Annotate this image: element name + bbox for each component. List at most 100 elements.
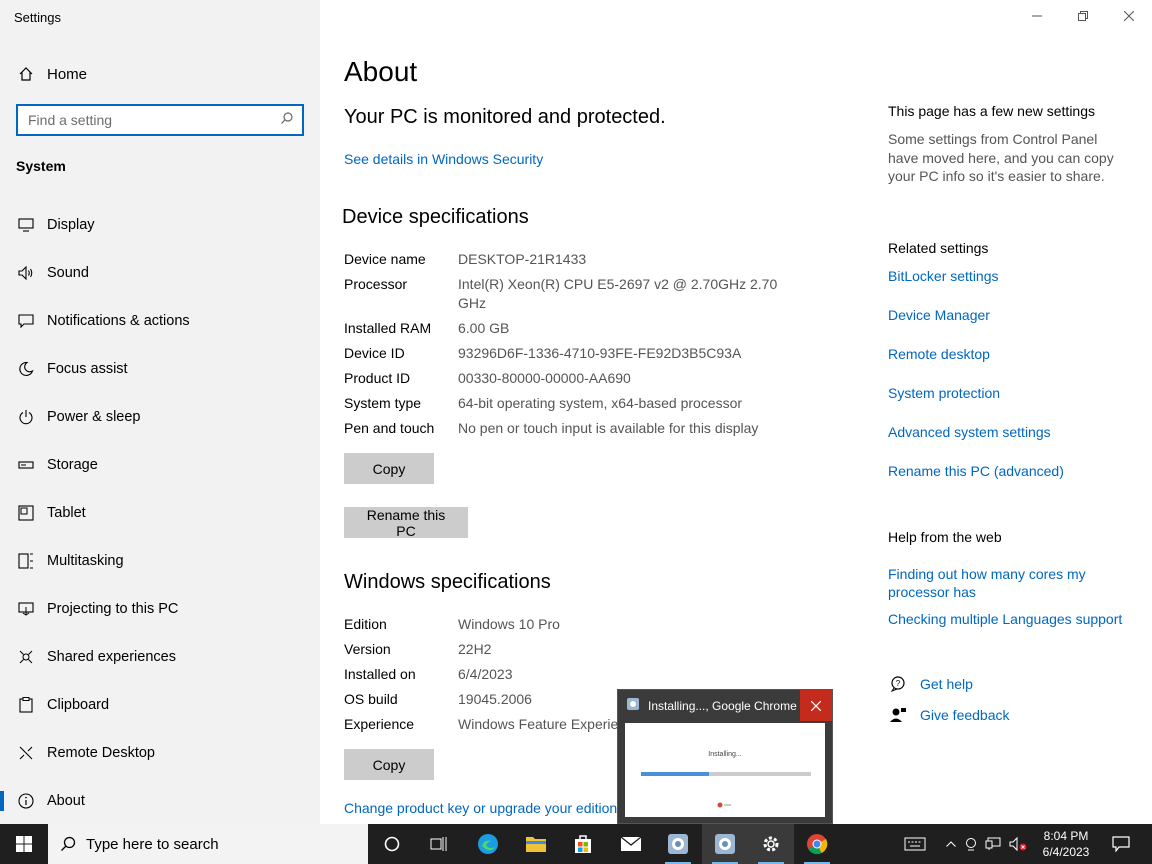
sidebar-item-tablet[interactable]: Tablet <box>0 489 320 537</box>
remote-desktop-link[interactable]: Remote desktop <box>888 345 1138 363</box>
moon-icon <box>16 359 36 379</box>
sidebar-item-focus-assist[interactable]: Focus assist <box>0 345 320 393</box>
taskbar: Type here to search 8:04 PM 6/4/2023 <box>0 824 1152 864</box>
windows-security-link[interactable]: See details in Windows Security <box>344 151 543 167</box>
start-button[interactable] <box>0 824 48 864</box>
shared-icon <box>16 647 36 667</box>
taskbar-thumbnail-preview[interactable]: Installing..., Google Chrome Installing.… <box>617 689 833 824</box>
device-manager-link[interactable]: Device Manager <box>888 306 1138 324</box>
notification-icon <box>1112 836 1130 852</box>
spec-value: 6.00 GB <box>458 320 510 336</box>
spec-value: DESKTOP-21R1433 <box>458 251 587 267</box>
help-from-web-title: Help from the web <box>888 529 1002 545</box>
sidebar-item-multitasking[interactable]: Multitasking <box>0 537 320 585</box>
install-progress-fill <box>641 772 709 776</box>
show-hidden-icons-button[interactable] <box>942 824 960 864</box>
sidebar-item-clipboard[interactable]: Clipboard <box>0 681 320 729</box>
minimize-button[interactable] <box>1014 0 1060 32</box>
mail-taskbar-button[interactable] <box>608 824 654 864</box>
restore-button[interactable] <box>1060 0 1106 32</box>
installer-app-icon <box>715 834 735 854</box>
spec-key: Version <box>344 641 391 657</box>
installer-taskbar-button-1[interactable] <box>655 824 701 864</box>
related-settings-title: Related settings <box>888 240 989 256</box>
spec-key: System type <box>344 395 422 411</box>
system-protection-link[interactable]: System protection <box>888 384 1138 402</box>
spec-value: 00330-80000-00000-AA690 <box>458 370 631 386</box>
settings-search[interactable] <box>16 104 304 136</box>
protection-status: Your PC is monitored and protected. <box>344 106 666 128</box>
cores-help-link[interactable]: Finding out how many cores my processor … <box>888 565 1103 601</box>
rename-pc-button[interactable]: Rename this PC <box>344 507 468 539</box>
sidebar-item-storage[interactable]: Storage <box>0 441 320 489</box>
new-settings-title: This page has a few new settings <box>888 103 1096 119</box>
sidebar-item-notifications[interactable]: Notifications & actions <box>0 297 320 345</box>
task-view-button[interactable] <box>416 824 462 864</box>
remote-desktop-icon <box>16 743 36 763</box>
give-feedback-row[interactable]: Give feedback <box>888 707 1010 723</box>
get-help-row[interactable]: ? Get help <box>888 676 973 692</box>
keyboard-tray-button[interactable] <box>900 824 930 864</box>
sidebar-item-display[interactable]: Display <box>0 201 320 249</box>
copy-windows-specs-button[interactable]: Copy <box>344 749 434 780</box>
get-help-link[interactable]: Get help <box>920 676 973 692</box>
notification-icon <box>16 311 36 331</box>
action-center-button[interactable] <box>1106 824 1136 864</box>
file-explorer-taskbar-button[interactable] <box>513 824 559 864</box>
sidebar-item-label: Display <box>47 217 95 233</box>
spec-key: Experience <box>344 716 415 732</box>
close-icon <box>811 700 821 711</box>
taskbar-search-box[interactable]: Type here to search <box>48 824 368 864</box>
edge-taskbar-button[interactable] <box>465 824 511 864</box>
chrome-logo-icon <box>717 795 731 813</box>
bitlocker-settings-link[interactable]: BitLocker settings <box>888 267 1138 285</box>
clock-date: 6/4/2023 <box>1042 845 1090 859</box>
sidebar-item-remote-desktop[interactable]: Remote Desktop <box>0 729 320 777</box>
sidebar-item-projecting[interactable]: Projecting to this PC <box>0 585 320 633</box>
advanced-system-settings-link[interactable]: Advanced system settings <box>888 423 1138 441</box>
sidebar-item-sound[interactable]: Sound <box>0 249 320 297</box>
chrome-taskbar-button[interactable] <box>794 824 840 864</box>
languages-help-link[interactable]: Checking multiple Languages support <box>888 610 1138 628</box>
help-chat-icon: ? <box>888 676 908 692</box>
clipboard-icon <box>16 695 36 715</box>
projector-icon <box>16 599 36 619</box>
meet-now-tray-button[interactable] <box>962 824 980 864</box>
volume-tray-button[interactable] <box>1006 824 1030 864</box>
give-feedback-link[interactable]: Give feedback <box>920 707 1010 723</box>
store-taskbar-button[interactable] <box>560 824 606 864</box>
sidebar-item-label: Projecting to this PC <box>47 601 179 617</box>
close-button[interactable] <box>1106 0 1152 32</box>
home-icon <box>16 66 36 82</box>
folder-icon <box>526 837 546 852</box>
app-title: Settings <box>14 10 61 25</box>
sidebar-item-label: Focus assist <box>47 361 128 377</box>
sidebar-item-label: Multitasking <box>47 553 124 569</box>
install-progress-bar <box>641 772 811 776</box>
sidebar-item-shared-experiences[interactable]: Shared experiences <box>0 633 320 681</box>
cortana-button[interactable] <box>369 824 415 864</box>
store-bag-icon <box>575 835 591 853</box>
sidebar-item-label: Remote Desktop <box>47 745 155 761</box>
spec-row: Version 22H2 <box>344 640 778 659</box>
home-nav[interactable]: Home <box>16 64 87 84</box>
installer-taskbar-button-2[interactable] <box>702 824 748 864</box>
sidebar-item-about[interactable]: About <box>0 777 320 825</box>
network-tray-button[interactable] <box>982 824 1004 864</box>
home-label: Home <box>47 65 88 83</box>
copy-device-specs-button[interactable]: Copy <box>344 453 434 484</box>
chevron-up-icon <box>946 841 956 847</box>
windows-logo-icon <box>16 836 32 852</box>
taskbar-clock[interactable]: 8:04 PM 6/4/2023 <box>1036 828 1096 860</box>
monitor-icon <box>16 215 36 235</box>
new-settings-description: Some settings from Control Panel have mo… <box>888 131 1114 184</box>
preview-close-button[interactable] <box>800 690 832 721</box>
page-title: About <box>344 56 418 87</box>
spec-row: Processor Intel(R) Xeon(R) CPU E5-2697 v2… <box>344 275 778 313</box>
spec-row: Installed RAM 6.00 GB <box>344 319 778 338</box>
rename-pc-advanced-link[interactable]: Rename this PC (advanced) <box>888 462 1138 480</box>
search-icon <box>280 111 294 130</box>
settings-taskbar-button[interactable] <box>748 824 794 864</box>
settings-search-input[interactable] <box>28 112 280 128</box>
sidebar-item-power-sleep[interactable]: Power & sleep <box>0 393 320 441</box>
